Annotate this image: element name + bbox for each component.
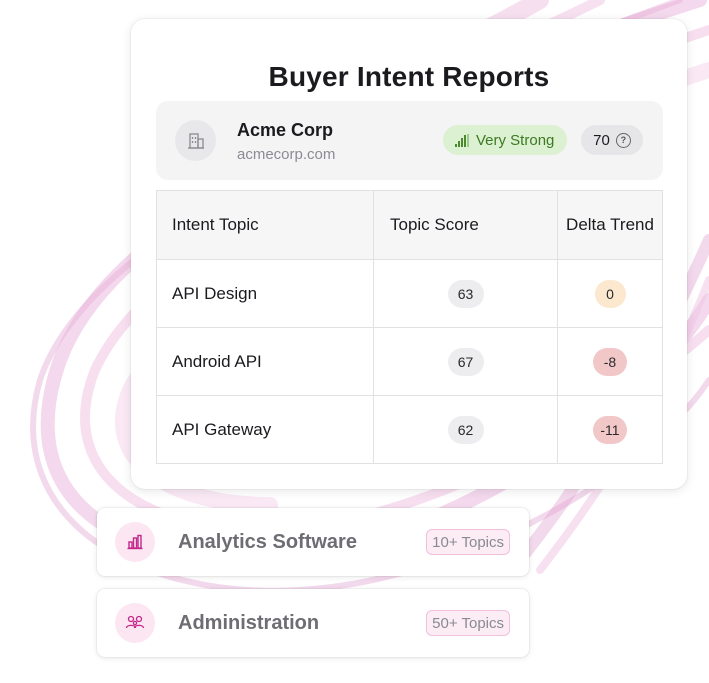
topics-count-badge: 50+ Topics xyxy=(426,610,510,636)
topics-count-badge: 10+ Topics xyxy=(426,529,510,555)
category-card-analytics-software[interactable]: Analytics Software 10+ Topics xyxy=(97,508,529,576)
category-card-administration[interactable]: Administration 50+ Topics xyxy=(97,589,529,657)
intent-topics-table: Intent Topic Topic Score Delta Trend API… xyxy=(156,190,663,464)
table-row[interactable]: API Design 63 0 xyxy=(156,259,663,328)
topic-score-chip: 62 xyxy=(447,415,484,444)
topic-score-chip: 67 xyxy=(447,347,484,376)
report-title: Buyer Intent Reports xyxy=(268,61,550,92)
delta-trend-chip: -11 xyxy=(593,415,627,444)
company-summary[interactable]: Acme Corp acmecorp.com Very Strong 70 ? xyxy=(156,101,663,180)
topic-name: Android API xyxy=(156,327,374,396)
column-header-intent-topic: Intent Topic xyxy=(156,190,374,260)
building-icon xyxy=(175,120,216,161)
table-header-row: Intent Topic Topic Score Delta Trend xyxy=(156,190,663,260)
intent-strength-badge: Very Strong xyxy=(443,125,568,155)
column-header-topic-score: Topic Score xyxy=(373,190,558,260)
intent-strength-label: Very Strong xyxy=(476,131,555,149)
topic-name: API Gateway xyxy=(156,395,374,464)
table-row[interactable]: Android API 67 -8 xyxy=(156,327,663,396)
topic-score-chip: 63 xyxy=(447,279,484,308)
delta-trend-chip: -8 xyxy=(593,347,627,376)
company-domain: acmecorp.com xyxy=(237,146,336,163)
company-name: Acme Corp xyxy=(237,120,334,140)
table-row[interactable]: API Gateway 62 -11 xyxy=(156,395,663,464)
users-group-icon xyxy=(115,603,155,643)
question-circle-icon[interactable]: ? xyxy=(615,132,631,148)
signal-bars-icon xyxy=(455,133,469,147)
buyer-intent-report-card: Buyer Intent Reports Acme Corp acmecorp.… xyxy=(131,19,687,489)
bar-chart-icon xyxy=(115,522,155,562)
category-label: Administration xyxy=(178,612,320,634)
topic-name: API Design xyxy=(156,259,374,328)
delta-trend-chip: 0 xyxy=(594,279,626,308)
intent-score-badge[interactable]: 70 ? xyxy=(581,125,643,155)
category-label: Analytics Software xyxy=(178,531,357,553)
column-header-delta-trend: Delta Trend xyxy=(557,190,663,260)
intent-score-value: 70 xyxy=(593,131,610,149)
